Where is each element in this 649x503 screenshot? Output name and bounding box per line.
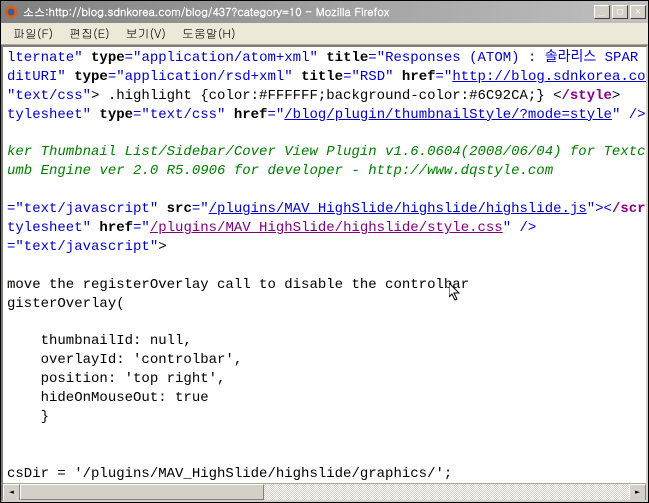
scroll-left-button[interactable]: ◄	[3, 484, 20, 501]
scroll-right-button[interactable]: ►	[629, 484, 646, 501]
menubar: 파일(F) 편집(E) 보기(V) 도움말(H)	[1, 23, 648, 45]
source-view[interactable]: lternate" type="application/atom+xml" ti…	[3, 47, 646, 483]
maximize-button[interactable]: □	[612, 5, 628, 19]
close-button[interactable]: ✕	[630, 5, 646, 19]
menu-view[interactable]: 보기(V)	[118, 23, 174, 44]
menu-help[interactable]: 도움말(H)	[174, 23, 244, 44]
horizontal-scrollbar[interactable]: ◄ ►	[3, 483, 646, 500]
scroll-thumb[interactable]	[20, 484, 264, 500]
minimize-button[interactable]: _	[594, 5, 610, 19]
menu-edit[interactable]: 편집(E)	[61, 23, 118, 44]
titlebar: 소스:http://blog.sdnkorea.com/blog/437?cat…	[1, 1, 648, 23]
firefox-icon	[3, 4, 19, 20]
menu-file[interactable]: 파일(F)	[5, 23, 61, 44]
window-title: 소스:http://blog.sdnkorea.com/blog/437?cat…	[23, 5, 594, 20]
scroll-track[interactable]	[20, 484, 629, 500]
